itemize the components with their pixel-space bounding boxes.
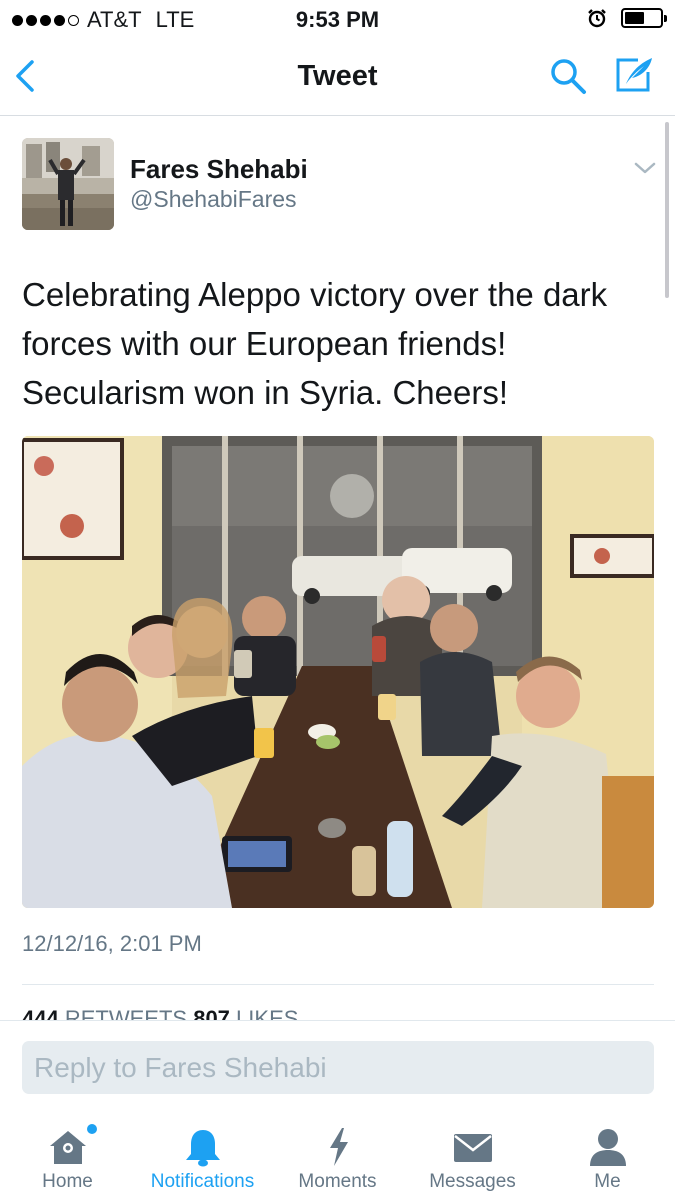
tab-moments-label: Moments bbox=[298, 1171, 377, 1192]
battery-level bbox=[625, 12, 644, 24]
new-content-badge bbox=[87, 1124, 97, 1134]
compose-icon[interactable] bbox=[612, 54, 656, 96]
divider bbox=[22, 984, 654, 985]
scroll-indicator[interactable] bbox=[665, 122, 669, 298]
reply-bar bbox=[0, 1020, 675, 1112]
tweet-photo[interactable] bbox=[22, 436, 654, 908]
tab-notifications[interactable]: Notifications bbox=[135, 1112, 270, 1200]
tab-me-label: Me bbox=[594, 1171, 621, 1192]
chevron-down-icon[interactable] bbox=[632, 158, 658, 178]
tab-notifications-label: Notifications bbox=[150, 1171, 255, 1192]
tab-messages-label: Messages bbox=[429, 1171, 516, 1192]
reply-input[interactable] bbox=[22, 1041, 654, 1094]
author-handle[interactable]: @ShehabiFares bbox=[130, 186, 297, 213]
home-icon bbox=[49, 1131, 86, 1164]
nav-bar: Tweet bbox=[0, 38, 675, 116]
tab-moments[interactable]: Moments bbox=[270, 1112, 405, 1200]
tab-me[interactable]: Me bbox=[540, 1112, 675, 1200]
status-time: 9:53 PM bbox=[295, 7, 380, 32]
person-icon bbox=[589, 1129, 626, 1166]
retweets-label: RETWEETS bbox=[64, 1006, 188, 1020]
envelope-icon bbox=[453, 1134, 492, 1162]
status-bar: AT&T LTE 9:53 PM bbox=[0, 0, 675, 38]
search-icon[interactable] bbox=[548, 56, 588, 96]
tab-home-label: Home bbox=[42, 1171, 93, 1192]
likes-label: LIKES bbox=[236, 1006, 299, 1020]
tab-messages[interactable]: Messages bbox=[405, 1112, 540, 1200]
battery-icon bbox=[621, 8, 667, 28]
author-name[interactable]: Fares Shehabi bbox=[130, 154, 308, 185]
tab-bar: Home Notifications Moments Messages Me bbox=[0, 1112, 675, 1200]
tab-home[interactable]: Home bbox=[0, 1112, 135, 1200]
avatar[interactable] bbox=[22, 138, 114, 230]
bell-icon bbox=[185, 1130, 220, 1167]
retweets-count: 444 bbox=[22, 1006, 59, 1020]
status-right bbox=[587, 8, 667, 28]
engagement-counts[interactable]: 444 RETWEETS 807 LIKES bbox=[22, 1006, 298, 1020]
tweet-timestamp: 12/12/16, 2:01 PM bbox=[22, 931, 202, 956]
likes-count: 807 bbox=[193, 1006, 230, 1020]
tweet-text: Celebrating Aleppo victory over the dark… bbox=[22, 276, 608, 411]
lightning-icon bbox=[329, 1128, 348, 1166]
alarm-clock-icon bbox=[588, 9, 606, 28]
